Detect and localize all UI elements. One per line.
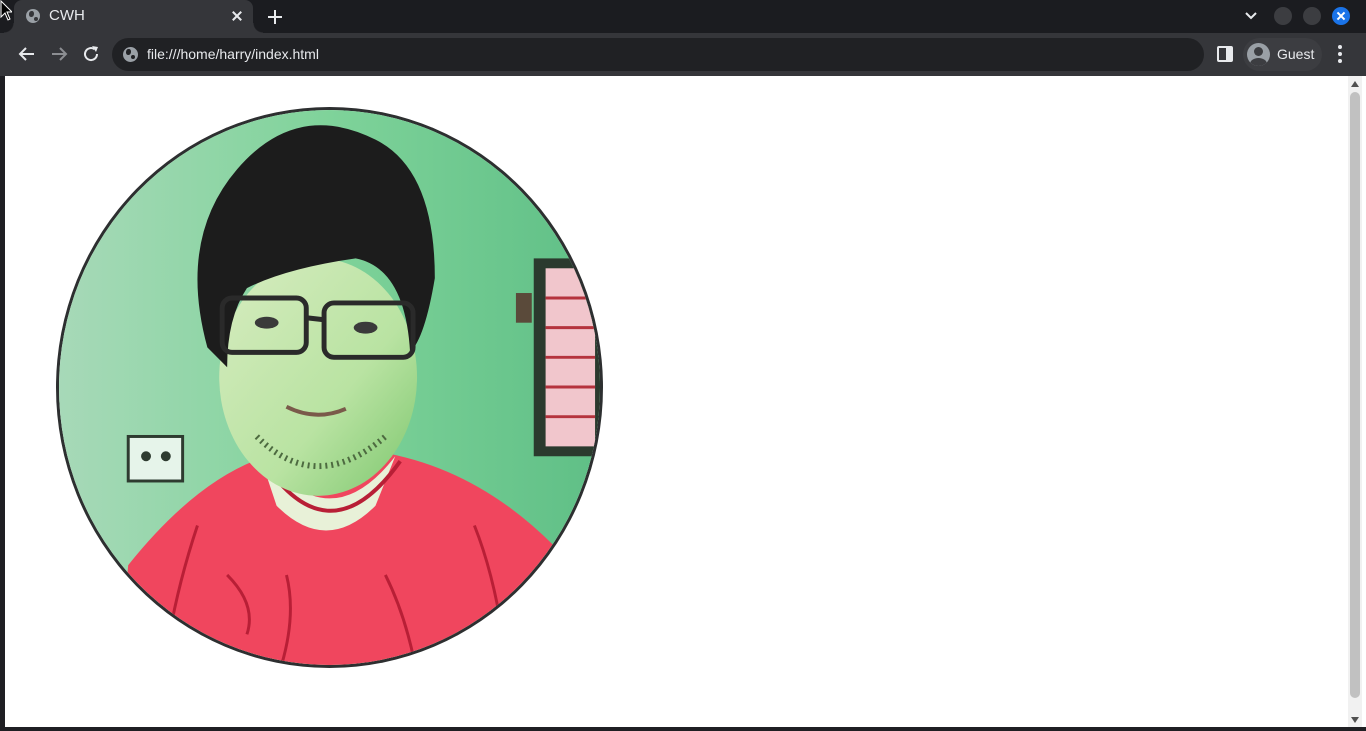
page-content (5, 76, 1366, 727)
address-bar[interactable]: file:///home/harry/index.html (112, 38, 1204, 71)
browser-window: CWH file:///home/harry/index.html Guest (0, 0, 1366, 731)
arrow-right-icon (52, 47, 68, 61)
close-tab-icon[interactable] (229, 8, 245, 24)
tab-title: CWH (49, 7, 85, 24)
mouse-cursor-icon (0, 0, 12, 21)
scrollbar-thumb[interactable] (1350, 92, 1360, 698)
address-url[interactable]: file:///home/harry/index.html (147, 46, 319, 62)
avatar-icon (1247, 43, 1270, 66)
vertical-scrollbar[interactable] (1348, 76, 1362, 727)
reload-button[interactable] (80, 43, 102, 65)
forward-button[interactable] (48, 43, 70, 65)
arrow-left-icon (18, 47, 34, 61)
maximize-button[interactable] (1303, 7, 1321, 25)
side-panel-icon[interactable] (1217, 46, 1233, 62)
tab-search-button[interactable] (1241, 6, 1261, 26)
minimize-button[interactable] (1274, 7, 1292, 25)
globe-icon (26, 9, 40, 23)
back-button[interactable] (16, 43, 38, 65)
reload-icon (84, 46, 99, 62)
profile-label: Guest (1277, 46, 1315, 62)
chevron-down-icon (1245, 12, 1257, 20)
profile-photo (56, 107, 603, 668)
new-tab-button[interactable] (264, 6, 286, 28)
scroll-up-icon[interactable] (1351, 81, 1359, 87)
toolbar: file:///home/harry/index.html Guest (0, 33, 1366, 76)
site-info-icon[interactable] (123, 47, 138, 62)
scroll-down-icon[interactable] (1351, 717, 1359, 723)
tab-strip: CWH (0, 0, 1366, 33)
tab-cwh[interactable]: CWH (4, 0, 263, 33)
profile-button[interactable]: Guest (1243, 38, 1322, 71)
close-window-button[interactable] (1332, 7, 1350, 25)
kebab-menu-icon[interactable] (1331, 43, 1349, 65)
